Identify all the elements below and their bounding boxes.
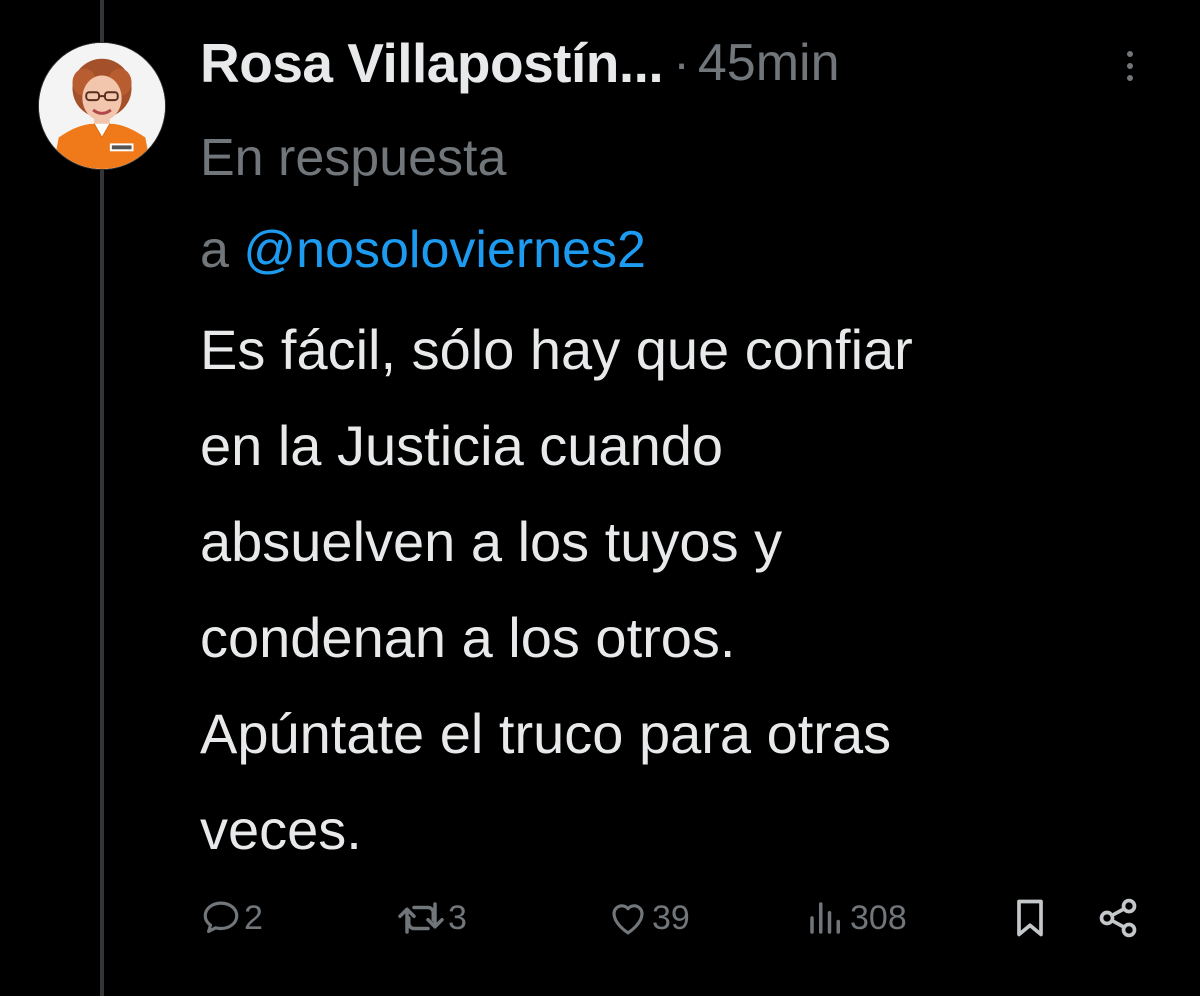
- reply-button[interactable]: 2: [200, 888, 263, 948]
- bookmark-button[interactable]: [1008, 888, 1052, 948]
- tweet-header: Rosa Villapostín... · 45min: [200, 28, 1160, 98]
- like-button[interactable]: 39: [606, 888, 690, 948]
- views-count: 308: [850, 898, 907, 937]
- action-bar: 2 3 39 308: [200, 888, 1160, 948]
- bookmark-icon: [1017, 899, 1043, 937]
- reply-a: a: [200, 221, 229, 279]
- share-button[interactable]: [1096, 888, 1140, 948]
- reply-context: En respuesta a @nosoloviernes2: [200, 112, 1100, 296]
- views-button[interactable]: 308: [804, 888, 907, 948]
- repost-icon: [398, 902, 444, 934]
- heart-icon: [612, 904, 644, 935]
- reply-count: 2: [244, 898, 263, 937]
- avatar-image: [39, 43, 165, 169]
- share-icon: [1099, 898, 1137, 938]
- like-count: 39: [652, 898, 690, 937]
- reply-target-line: a @nosoloviernes2: [200, 204, 1100, 296]
- avatar[interactable]: [38, 42, 166, 170]
- author-name[interactable]: Rosa Villapostín...: [200, 31, 664, 95]
- views-bars-icon: [810, 902, 840, 934]
- more-options-icon[interactable]: [1110, 42, 1150, 90]
- repost-count: 3: [448, 898, 467, 937]
- header-separator: ·: [673, 35, 690, 91]
- timestamp[interactable]: 45min: [698, 33, 840, 93]
- repost-button[interactable]: 3: [396, 888, 467, 948]
- tweet-text: Es fácil, sólo hay que confiar en la Jus…: [200, 318, 913, 861]
- reply-handle-link[interactable]: @nosoloviernes2: [243, 221, 646, 279]
- reply-bubble-icon: [203, 901, 239, 934]
- reply-prefix: En respuesta: [200, 129, 507, 187]
